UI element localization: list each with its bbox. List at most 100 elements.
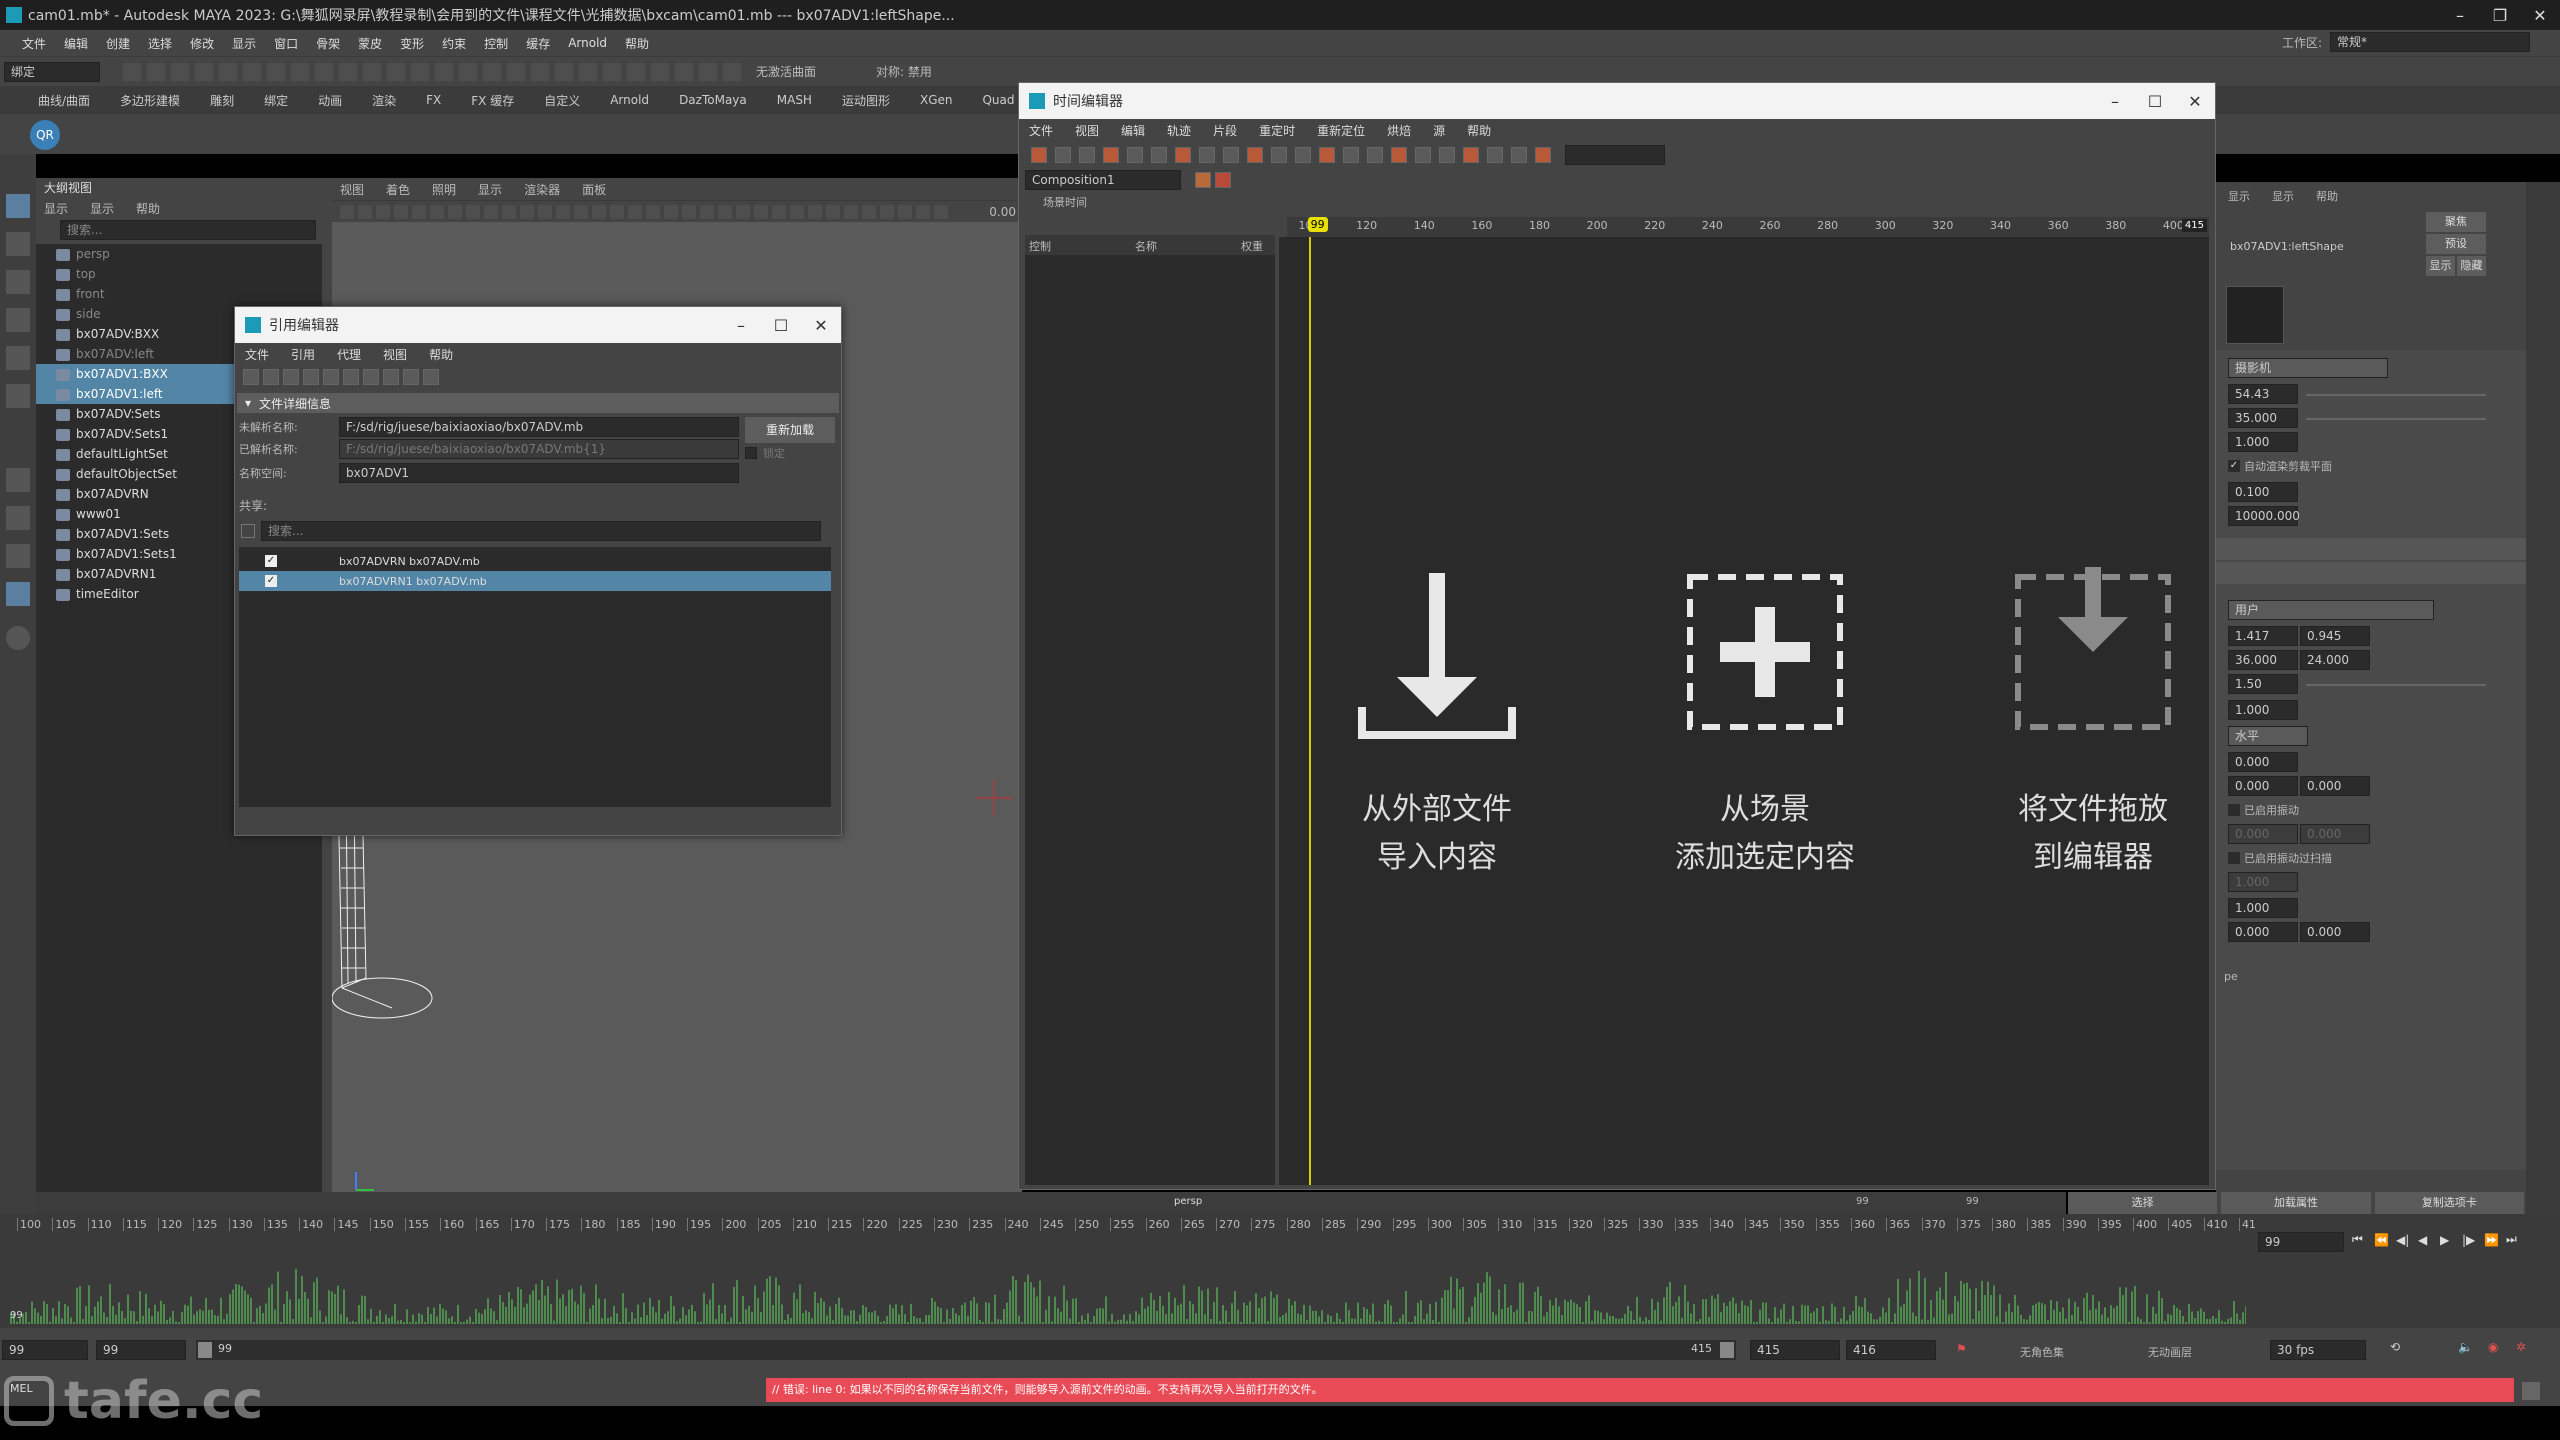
focus-button[interactable]: 聚焦: [2426, 212, 2486, 232]
attr-menu-item[interactable]: 显示: [2228, 188, 2250, 204]
main-menu-item[interactable]: 骨架: [316, 35, 340, 52]
attr-menu-item[interactable]: 显示: [2272, 188, 2294, 204]
viewport-tool-icon[interactable]: [538, 204, 552, 219]
lasso-tool-icon[interactable]: [6, 232, 30, 256]
show-button[interactable]: 显示: [2426, 256, 2455, 276]
te-menu-item[interactable]: 重定时: [1259, 122, 1295, 139]
fit-offset-field[interactable]: 0.000: [2228, 752, 2298, 772]
status-tool-icon[interactable]: [363, 62, 381, 81]
shake-checkbox[interactable]: [2228, 804, 2240, 816]
viewport-menu-item[interactable]: 面板: [582, 181, 606, 198]
paint-tool-icon[interactable]: [6, 270, 30, 294]
focal-length-field[interactable]: 35.000: [2228, 408, 2298, 428]
reference-checkbox[interactable]: ✓: [265, 555, 277, 567]
status-tool-icon[interactable]: [387, 62, 405, 81]
preset-button[interactable]: 预设: [2426, 234, 2486, 254]
status-tool-icon[interactable]: [171, 62, 189, 81]
viewport-tool-icon[interactable]: [412, 204, 426, 219]
ref-tool-icon[interactable]: [323, 369, 339, 385]
file-details-section[interactable]: ▾ 文件详细信息: [237, 393, 839, 413]
te-tool-icon[interactable]: [1463, 147, 1479, 163]
te-menu-item[interactable]: 轨迹: [1167, 122, 1191, 139]
play-backward-icon[interactable]: ◀: [2418, 1233, 2440, 1247]
viewport-tool-icon[interactable]: [844, 204, 858, 219]
aperture-mm-h-field[interactable]: 36.000: [2228, 650, 2298, 670]
viewport-tool-icon[interactable]: [826, 204, 840, 219]
status-tool-icon[interactable]: [291, 62, 309, 81]
te-menu-item[interactable]: 文件: [1029, 122, 1053, 139]
te-tool-icon[interactable]: [1271, 147, 1287, 163]
delete-composition-icon[interactable]: [1215, 172, 1231, 188]
viewport-tool-icon[interactable]: [574, 204, 588, 219]
play-forward-icon[interactable]: ▶: [2440, 1233, 2462, 1247]
reference-checkbox[interactable]: ✓: [265, 575, 277, 587]
viewport-tool-icon[interactable]: [682, 204, 696, 219]
camera-type-dropdown[interactable]: 摄影机: [2228, 358, 2388, 378]
near-clip-field[interactable]: 0.100: [2228, 482, 2298, 502]
ref-menu-item[interactable]: 文件: [245, 346, 269, 363]
viewport-menu-item[interactable]: 视图: [340, 181, 364, 198]
minimize-icon[interactable]: –: [2440, 6, 2480, 25]
shelf-tab[interactable]: DazToMaya: [679, 93, 747, 107]
main-menu-item[interactable]: 蒙皮: [358, 35, 382, 52]
auto-clip-checkbox[interactable]: ✓: [2228, 460, 2240, 472]
viewport-tool-icon[interactable]: [646, 204, 660, 219]
step-forward-key-icon[interactable]: ⏩: [2484, 1233, 2506, 1247]
search-icon[interactable]: [6, 626, 30, 650]
close-icon[interactable]: ✕: [2520, 6, 2560, 25]
ref-tool-icon[interactable]: [303, 369, 319, 385]
film-gate-dropdown[interactable]: 用户: [2228, 600, 2434, 620]
te-tool-icon[interactable]: [1439, 147, 1455, 163]
angle-of-view-field[interactable]: 54.43: [2228, 384, 2298, 404]
record-icon[interactable]: ◉: [2488, 1340, 2498, 1354]
viewport-tool-icon[interactable]: [466, 204, 480, 219]
main-menu-item[interactable]: 缓存: [526, 35, 550, 52]
te-menu-item[interactable]: 烘焙: [1387, 122, 1411, 139]
anim-end-field[interactable]: 416: [1846, 1340, 1936, 1360]
main-menu-item[interactable]: 修改: [190, 35, 214, 52]
shelf-tab[interactable]: 自定义: [544, 92, 580, 109]
viewport-tool-icon[interactable]: [862, 204, 876, 219]
status-tool-icon[interactable]: [459, 62, 477, 81]
anim-start-field[interactable]: 99: [2, 1340, 88, 1360]
range-handle-end[interactable]: [1720, 1342, 1734, 1358]
te-menu-item[interactable]: 帮助: [1467, 122, 1491, 139]
viewport-tool-icon[interactable]: [664, 204, 678, 219]
new-composition-icon[interactable]: [1195, 172, 1211, 188]
te-tool-icon[interactable]: [1223, 147, 1239, 163]
te-minimize-icon[interactable]: –: [2095, 92, 2135, 111]
viewport-tool-icon[interactable]: [790, 204, 804, 219]
main-menu-item[interactable]: 约束: [442, 35, 466, 52]
drop-zone[interactable]: 从场景 添加选定内容: [1675, 567, 1855, 887]
viewport-tool-icon[interactable]: [808, 204, 822, 219]
drop-zone[interactable]: 从外部文件 导入内容: [1347, 567, 1527, 887]
ref-menu-item[interactable]: 视图: [383, 346, 407, 363]
shelf-tab[interactable]: 渲染: [372, 92, 396, 109]
status-tool-icon[interactable]: [339, 62, 357, 81]
ref-close-icon[interactable]: ✕: [801, 316, 841, 335]
ratio-slider[interactable]: [2306, 684, 2486, 686]
te-tool-icon[interactable]: [1535, 147, 1551, 163]
te-menu-item[interactable]: 片段: [1213, 122, 1237, 139]
scale-tool-icon[interactable]: [6, 384, 30, 408]
shelf-tab[interactable]: MASH: [777, 93, 812, 107]
te-tool-icon[interactable]: [1127, 147, 1143, 163]
te-tool-icon[interactable]: [1031, 147, 1047, 163]
pre-scale-field[interactable]: 1.000: [2228, 898, 2298, 918]
select-tool-icon[interactable]: [6, 194, 30, 218]
unresolved-field[interactable]: F:/sd/rig/juese/baixiaoxiao/bx07ADV.mb: [339, 417, 739, 437]
te-tool-icon[interactable]: [1055, 147, 1071, 163]
ref-tool-icon[interactable]: [423, 369, 439, 385]
status-tool-icon[interactable]: [411, 62, 429, 81]
ref-tool-icon[interactable]: [283, 369, 299, 385]
viewport-menu-item[interactable]: 显示: [478, 181, 502, 198]
anim-layer-label[interactable]: 无动画层: [2148, 1344, 2192, 1360]
viewport-tool-icon[interactable]: [340, 204, 354, 219]
viewport-menu-item[interactable]: 着色: [386, 181, 410, 198]
viewport-tool-icon[interactable]: [736, 204, 750, 219]
playback-start-field[interactable]: 99: [96, 1340, 186, 1360]
shelf-tab[interactable]: 曲线/曲面: [38, 92, 90, 109]
shelf-tab[interactable]: FX: [426, 93, 441, 107]
current-frame-marker[interactable]: 99: [1307, 217, 1328, 232]
main-menu-item[interactable]: 变形: [400, 35, 424, 52]
